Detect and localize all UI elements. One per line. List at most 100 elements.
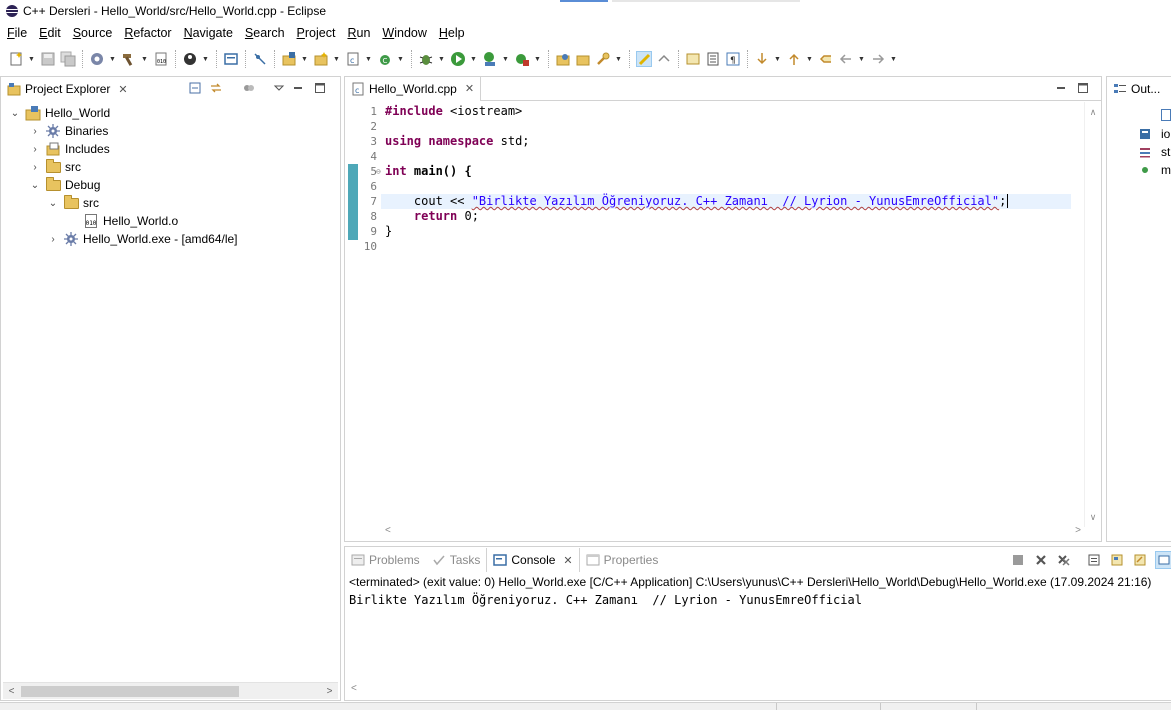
- outline-item-main[interactable]: m: [1139, 162, 1171, 178]
- scroll-lock-icon[interactable]: [1088, 554, 1100, 566]
- minimize-icon[interactable]: [1055, 82, 1067, 94]
- paragraph-icon[interactable]: ¶: [725, 51, 741, 67]
- last-edit-location-icon[interactable]: [818, 51, 834, 67]
- scroll-right-icon[interactable]: >: [1075, 525, 1081, 536]
- chevron-right-icon[interactable]: ›: [29, 144, 41, 155]
- tree-item-src[interactable]: › src: [29, 158, 81, 176]
- next-annotation-dropdown-icon[interactable]: ▼: [774, 51, 781, 67]
- chevron-right-icon[interactable]: ›: [29, 126, 41, 137]
- back-arrow-icon[interactable]: [838, 51, 854, 67]
- maximize-icon[interactable]: [1077, 82, 1089, 94]
- fold-toggle-icon[interactable]: ⊖: [376, 164, 381, 179]
- new-class-dropdown-icon[interactable]: ▼: [397, 51, 404, 67]
- terminal-icon[interactable]: [223, 51, 239, 67]
- build-settings-dropdown-icon[interactable]: ▼: [109, 51, 116, 67]
- save-all-icon[interactable]: [60, 51, 76, 67]
- menu-file[interactable]: File: [6, 26, 28, 40]
- view-menu-icon[interactable]: [273, 82, 285, 94]
- search-icon[interactable]: [595, 51, 611, 67]
- show-on-stdout-icon[interactable]: [1111, 554, 1123, 566]
- close-icon[interactable]: ✕: [563, 554, 572, 567]
- filter-icon[interactable]: [243, 82, 255, 94]
- toggle-highlight-icon[interactable]: [656, 51, 672, 67]
- coverage-dropdown-icon[interactable]: ▼: [502, 51, 509, 67]
- back-dropdown-icon[interactable]: ▼: [858, 51, 865, 67]
- console-output[interactable]: Birlikte Yazılım Öğreniyoruz. C++ Zamanı…: [349, 592, 862, 608]
- chevron-right-icon[interactable]: ›: [47, 234, 59, 245]
- block-selection-icon[interactable]: [705, 51, 721, 67]
- build-dropdown-icon[interactable]: ▼: [141, 51, 148, 67]
- build-settings-icon[interactable]: [89, 51, 105, 67]
- new-dropdown-icon[interactable]: ▼: [28, 51, 35, 67]
- scroll-left-icon[interactable]: <: [3, 683, 20, 699]
- tree-item-debug-src[interactable]: ⌄ src: [47, 194, 99, 212]
- new-source-dropdown-icon[interactable]: ▼: [365, 51, 372, 67]
- show-whitespace-icon[interactable]: [685, 51, 701, 67]
- tab-properties[interactable]: Properties: [580, 548, 665, 572]
- menu-help[interactable]: Help: [438, 26, 466, 40]
- skip-breakpoints-icon[interactable]: [252, 51, 268, 67]
- open-type-icon[interactable]: [555, 51, 571, 67]
- chevron-right-icon[interactable]: ›: [29, 162, 41, 173]
- tree-item-debug[interactable]: ⌄ Debug: [29, 176, 100, 194]
- menu-window[interactable]: Window: [381, 26, 427, 40]
- minimize-icon[interactable]: [292, 82, 304, 94]
- menu-search[interactable]: Search: [244, 26, 286, 40]
- chevron-down-icon[interactable]: ⌄: [29, 180, 41, 191]
- debug-dropdown-icon[interactable]: ▼: [438, 51, 445, 67]
- debug-profile-dropdown-icon[interactable]: ▼: [202, 51, 209, 67]
- new-source-file-icon[interactable]: c: [345, 51, 361, 67]
- code-editor[interactable]: 1 2 3 4 5 6 7 8 9 10 ⊖ #include <iostrea…: [345, 102, 1101, 542]
- tab-hello-world-cpp[interactable]: c Hello_World.cpp ✕: [345, 76, 482, 101]
- menu-edit[interactable]: Edit: [38, 26, 62, 40]
- next-annotation-icon[interactable]: [754, 51, 770, 67]
- tab-tasks[interactable]: Tasks: [426, 548, 487, 572]
- tree-item-binaries[interactable]: › Binaries: [29, 122, 108, 140]
- close-icon[interactable]: ✕: [465, 82, 474, 95]
- maximize-icon[interactable]: [314, 82, 326, 94]
- new-cpp-project-icon[interactable]: [281, 51, 297, 67]
- chevron-down-icon[interactable]: ⌄: [9, 108, 21, 119]
- new-folder-icon[interactable]: [313, 51, 329, 67]
- scroll-left-icon[interactable]: <: [385, 525, 391, 536]
- tab-problems[interactable]: Problems: [345, 548, 426, 572]
- new-icon[interactable]: [8, 51, 24, 67]
- scroll-thumb[interactable]: [21, 686, 239, 697]
- editor-vertical-scrollbar[interactable]: ∧ ∨: [1084, 102, 1101, 527]
- new-folder-dropdown-icon[interactable]: ▼: [333, 51, 340, 67]
- remove-launch-icon[interactable]: [1035, 554, 1047, 566]
- scroll-right-icon[interactable]: >: [321, 683, 338, 699]
- outline-item-include[interactable]: io: [1139, 126, 1170, 142]
- coverage-icon[interactable]: [482, 51, 498, 67]
- scroll-up-icon[interactable]: ∧: [1085, 104, 1101, 120]
- menu-navigate[interactable]: Navigate: [183, 26, 234, 40]
- pin-console-icon[interactable]: [1155, 551, 1171, 569]
- tree-item-executable[interactable]: › Hello_World.exe - [amd64/le]: [47, 230, 238, 248]
- editor-horizontal-scrollbar[interactable]: < >: [381, 525, 1081, 541]
- tab-console[interactable]: Console ✕: [486, 548, 580, 572]
- external-tools-dropdown-icon[interactable]: ▼: [534, 51, 541, 67]
- debug-profile-icon[interactable]: [182, 51, 198, 67]
- build-hammer-icon[interactable]: [121, 51, 137, 67]
- new-class-icon[interactable]: C: [377, 51, 393, 67]
- binary-icon[interactable]: 010: [153, 51, 169, 67]
- remove-all-launches-icon[interactable]: [1058, 554, 1070, 566]
- mark-occurrences-icon[interactable]: [636, 51, 652, 67]
- tree-item-project[interactable]: ⌄ Hello_World: [9, 104, 110, 122]
- search-dropdown-icon[interactable]: ▼: [615, 51, 622, 67]
- run-icon[interactable]: [450, 51, 466, 67]
- outline-item-using[interactable]: st: [1139, 144, 1170, 160]
- previous-annotation-icon[interactable]: [786, 51, 802, 67]
- chevron-down-icon[interactable]: ⌄: [47, 198, 59, 209]
- open-element-icon[interactable]: [575, 51, 591, 67]
- collapse-all-icon[interactable]: [189, 82, 201, 94]
- show-on-stderr-icon[interactable]: [1134, 554, 1146, 566]
- scroll-left-icon[interactable]: <: [351, 683, 357, 694]
- link-with-editor-icon[interactable]: [210, 82, 222, 94]
- run-dropdown-icon[interactable]: ▼: [470, 51, 477, 67]
- close-icon[interactable]: ✕: [118, 83, 127, 96]
- menu-project[interactable]: Project: [296, 26, 337, 40]
- scroll-down-icon[interactable]: ∨: [1085, 509, 1101, 525]
- sort-icon[interactable]: [1161, 109, 1171, 121]
- save-icon[interactable]: [40, 51, 56, 67]
